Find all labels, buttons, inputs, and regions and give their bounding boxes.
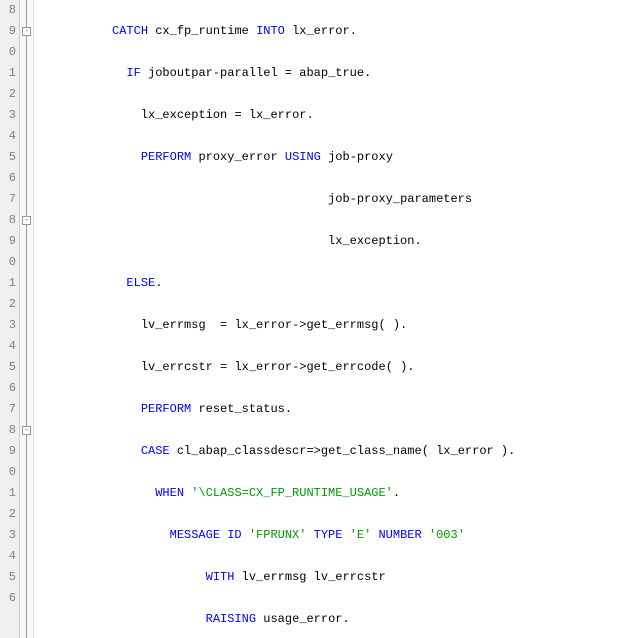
code-line: job-proxy_parameters: [40, 189, 635, 210]
line-number: 5: [0, 357, 16, 378]
line-number: 9: [0, 441, 16, 462]
code-line: RAISING usage_error.: [40, 609, 635, 630]
line-number: 8: [0, 0, 16, 21]
fold-guide-line: [26, 0, 27, 638]
fold-gutter: - - -: [20, 0, 34, 638]
abap-editor: 8 9 0 1 2 3 4 5 6 7 8 9 0 1 2 3 4 5 6 7 …: [0, 0, 635, 638]
code-area[interactable]: CATCH cx_fp_runtime INTO lx_error. IF jo…: [34, 0, 635, 638]
fold-toggle-icon[interactable]: -: [22, 216, 31, 225]
line-number: 9: [0, 21, 16, 42]
code-line: CASE cl_abap_classdescr=>get_class_name(…: [40, 441, 635, 462]
line-number: 5: [0, 147, 16, 168]
code-line: WHEN '\CLASS=CX_FP_RUNTIME_USAGE'.: [40, 483, 635, 504]
line-number: 3: [0, 105, 16, 126]
line-number: 5: [0, 567, 16, 588]
line-number: 4: [0, 126, 16, 147]
line-number: 0: [0, 252, 16, 273]
code-line: lv_errcstr = lx_error->get_errcode( ).: [40, 357, 635, 378]
code-line: lv_errmsg = lx_error->get_errmsg( ).: [40, 315, 635, 336]
line-number: 6: [0, 378, 16, 399]
line-number: 3: [0, 525, 16, 546]
line-number: 1: [0, 63, 16, 84]
line-number: 4: [0, 546, 16, 567]
code-line: PERFORM proxy_error USING job-proxy: [40, 147, 635, 168]
fold-toggle-icon[interactable]: -: [22, 426, 31, 435]
line-number: 9: [0, 231, 16, 252]
code-line: WITH lv_errmsg lv_errcstr: [40, 567, 635, 588]
line-number: 1: [0, 483, 16, 504]
line-number: 2: [0, 504, 16, 525]
code-line: ELSE.: [40, 273, 635, 294]
code-line: lx_exception.: [40, 231, 635, 252]
line-number: 3: [0, 315, 16, 336]
code-line: IF joboutpar-parallel = abap_true.: [40, 63, 635, 84]
code-line: CATCH cx_fp_runtime INTO lx_error.: [40, 21, 635, 42]
code-line: lx_exception = lx_error.: [40, 105, 635, 126]
line-number: 6: [0, 168, 16, 189]
line-number: 0: [0, 42, 16, 63]
line-number: 6: [0, 588, 16, 609]
line-number: 7: [0, 399, 16, 420]
line-number: 0: [0, 462, 16, 483]
line-number: 8: [0, 420, 16, 441]
code-line: MESSAGE ID 'FPRUNX' TYPE 'E' NUMBER '003…: [40, 525, 635, 546]
line-number: 2: [0, 294, 16, 315]
line-number-gutter: 8 9 0 1 2 3 4 5 6 7 8 9 0 1 2 3 4 5 6 7 …: [0, 0, 20, 638]
line-number: 4: [0, 336, 16, 357]
line-number: 7: [0, 189, 16, 210]
line-number: 8: [0, 210, 16, 231]
code-line: PERFORM reset_status.: [40, 399, 635, 420]
line-number: 1: [0, 273, 16, 294]
line-number: 2: [0, 84, 16, 105]
fold-toggle-icon[interactable]: -: [22, 27, 31, 36]
